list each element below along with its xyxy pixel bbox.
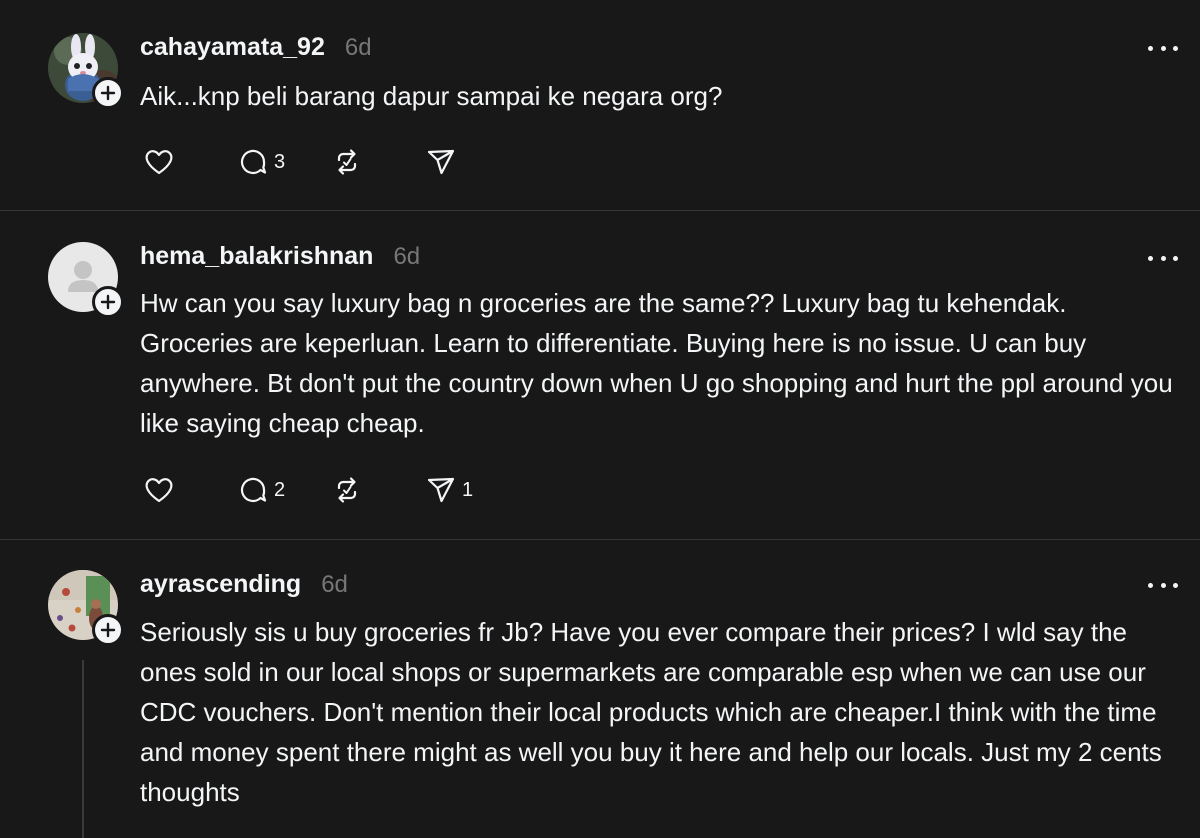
like-button[interactable] (142, 473, 236, 507)
username[interactable]: ayrascending (140, 570, 301, 599)
timestamp[interactable]: 6d (345, 34, 372, 62)
post: cahayamata_92 6d Aik...knp beli barang d… (0, 0, 1200, 210)
post-text: Seriously sis u buy groceries fr Jb? Hav… (140, 617, 1162, 807)
share-count: 1 (462, 478, 474, 501)
heart-icon (145, 478, 173, 503)
more-options-icon[interactable] (1148, 43, 1178, 53)
username[interactable]: hema_balakrishnan (140, 242, 373, 271)
follow-button[interactable] (92, 286, 124, 318)
post-header: ayrascending 6d (140, 570, 348, 599)
repost-button[interactable] (330, 145, 424, 179)
more-options-icon[interactable] (1148, 580, 1178, 590)
avatar-container[interactable] (48, 242, 124, 318)
repost-icon (337, 477, 357, 503)
post-text: Hw can you say luxury bag n groceries ar… (140, 288, 1173, 438)
send-icon (427, 477, 455, 503)
heart-icon (145, 150, 173, 175)
reply-button[interactable]: 3 (236, 145, 330, 179)
like-button[interactable] (142, 145, 236, 179)
repost-icon (337, 149, 357, 175)
share-button[interactable] (424, 145, 518, 179)
post-header: cahayamata_92 6d (140, 33, 372, 62)
follow-button[interactable] (92, 614, 124, 646)
plus-icon (100, 294, 116, 310)
action-bar: 2 1 (142, 473, 518, 507)
plus-icon (100, 622, 116, 638)
plus-icon (100, 85, 116, 101)
avatar-container[interactable] (48, 33, 124, 109)
more-options-icon[interactable] (1148, 253, 1178, 263)
reply-count: 2 (274, 478, 286, 501)
thread-line (82, 660, 84, 838)
send-icon (427, 149, 455, 175)
timestamp[interactable]: 6d (321, 571, 348, 599)
reply-button[interactable]: 2 (236, 473, 330, 507)
post-text: Aik...knp beli barang dapur sampai ke ne… (140, 81, 723, 111)
comment-icon (240, 477, 267, 503)
reply-count: 3 (274, 150, 286, 173)
post: hema_balakrishnan 6d Hw can you say luxu… (0, 211, 1200, 539)
repost-button[interactable] (330, 473, 424, 507)
avatar-container[interactable] (48, 570, 124, 646)
share-button[interactable]: 1 (424, 473, 518, 507)
follow-button[interactable] (92, 77, 124, 109)
timestamp[interactable]: 6d (393, 243, 420, 271)
comment-icon (240, 149, 267, 175)
post-header: hema_balakrishnan 6d (140, 242, 420, 271)
post: ayrascending 6d Seriously sis u buy groc… (0, 540, 1200, 838)
thread-feed: cahayamata_92 6d Aik...knp beli barang d… (0, 0, 1200, 838)
action-bar: 3 (142, 145, 518, 179)
username[interactable]: cahayamata_92 (140, 33, 325, 62)
